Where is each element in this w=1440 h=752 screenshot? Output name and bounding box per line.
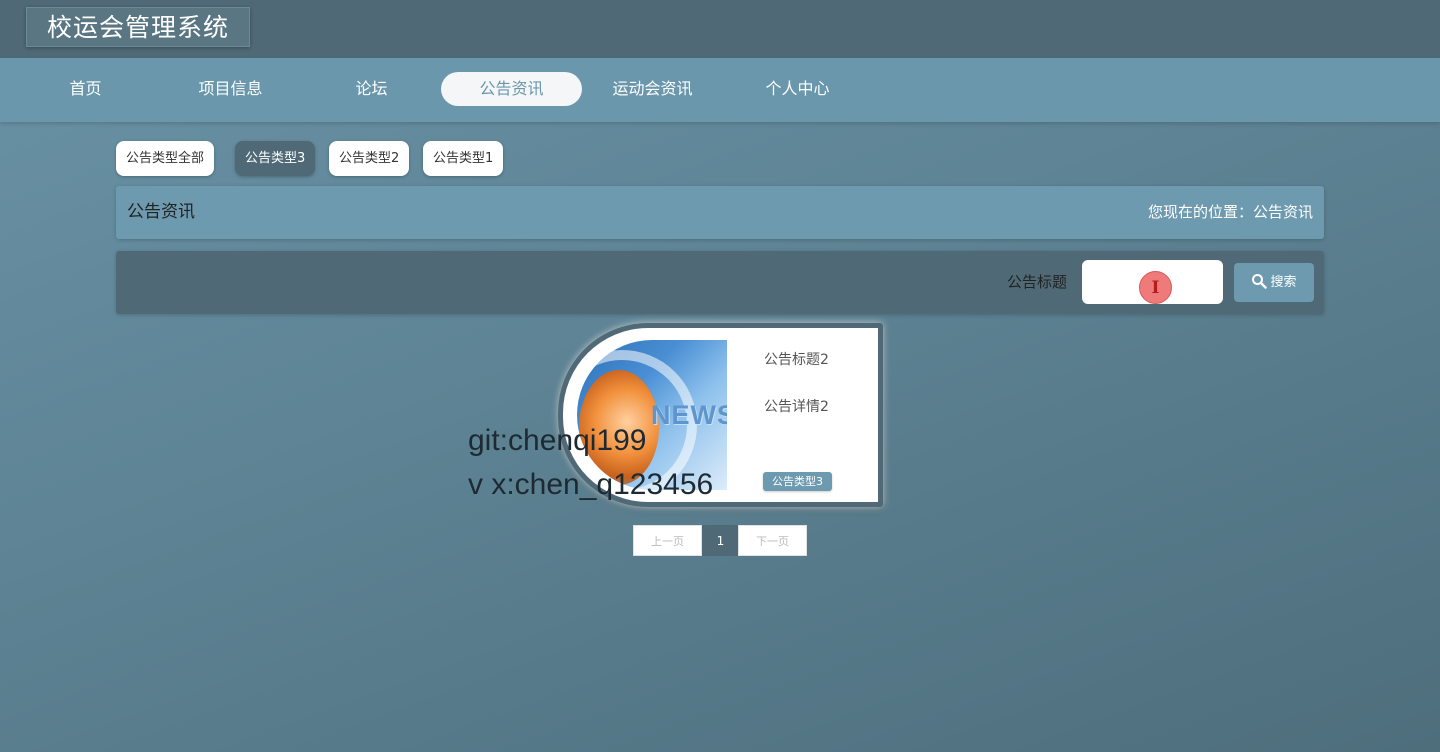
prev-page-button[interactable]: 上一页 (633, 525, 702, 556)
search-button[interactable]: 搜索 (1234, 263, 1314, 302)
app-title: 校运会管理系统 (26, 7, 251, 47)
announcement-type-badge: 公告类型3 (763, 472, 832, 491)
filter-chip-all[interactable]: 公告类型全部 (116, 141, 215, 176)
top-header: 校运会管理系统 (0, 0, 1440, 58)
page-number-current[interactable]: 1 (702, 525, 739, 556)
search-icon (1252, 274, 1268, 289)
text-cursor-indicator: I (1139, 271, 1172, 304)
nav-item-projects[interactable]: 项目信息 (160, 72, 301, 106)
nav-item-sports-news[interactable]: 运动会资讯 (582, 72, 723, 106)
nav-item-announcements[interactable]: 公告资讯 (441, 72, 582, 106)
filter-chip-type1[interactable]: 公告类型1 (423, 141, 504, 176)
watermark-line-1: git:chenqi199 (468, 424, 647, 457)
breadcrumb: 您现在的位置：公告资讯 (1147, 203, 1313, 221)
next-page-button[interactable]: 下一页 (738, 525, 807, 556)
nav-item-home[interactable]: 首页 (15, 72, 156, 106)
announcement-title[interactable]: 公告标题2 (764, 349, 829, 369)
search-label: 公告标题 (1007, 273, 1068, 291)
nav-item-forum[interactable]: 论坛 (301, 72, 442, 106)
main-nav: 首页 项目信息 论坛 公告资讯 运动会资讯 个人中心 (0, 58, 1440, 122)
image-news-text: NEWS (651, 400, 727, 430)
announcement-detail: 公告详情2 (764, 399, 829, 415)
nav-item-profile[interactable]: 个人中心 (727, 72, 868, 106)
filter-chip-type3[interactable]: 公告类型3 (235, 141, 316, 176)
search-bar: 公告标题 I 搜索 (116, 251, 1324, 314)
watermark-line-2: v x:chen_q123456 (468, 468, 714, 501)
section-header: 公告资讯 您现在的位置：公告资讯 (116, 186, 1324, 239)
section-title: 公告资讯 (127, 202, 195, 222)
filter-chip-type2[interactable]: 公告类型2 (329, 141, 410, 176)
search-button-label: 搜索 (1270, 275, 1297, 290)
